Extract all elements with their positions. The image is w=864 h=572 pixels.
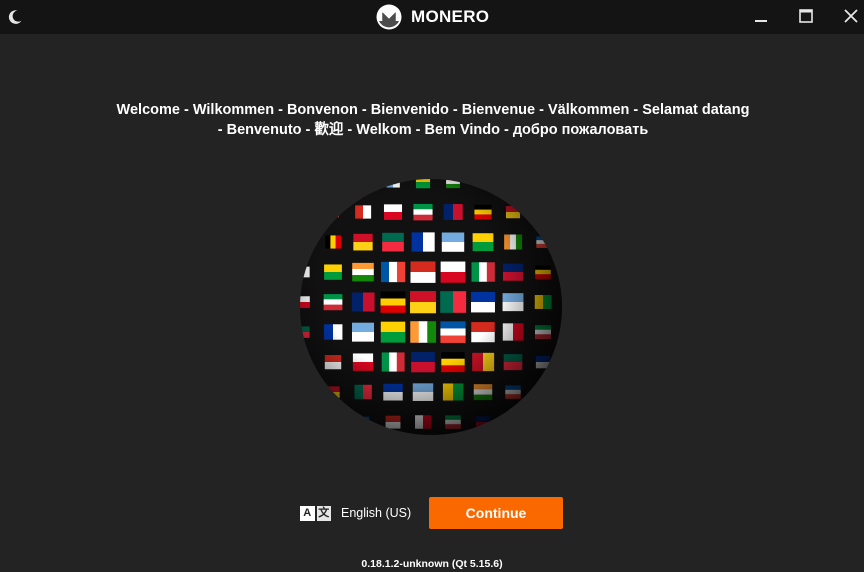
continue-button[interactable]: Continue: [429, 497, 563, 529]
language-selector[interactable]: A 文 English (US): [300, 503, 411, 523]
flag-tile: [476, 179, 490, 188]
flags-globe-image: [300, 179, 562, 435]
minimize-icon[interactable]: [750, 6, 772, 28]
app-title: MONERO: [411, 7, 490, 26]
welcome-line-1: Welcome - Wilkommen - Bonvenon - Bienven…: [116, 102, 750, 118]
language-icon: A 文: [300, 505, 333, 521]
language-label[interactable]: English (US): [341, 506, 411, 520]
language-icon-glyph-a: A: [300, 505, 315, 521]
close-icon[interactable]: [840, 6, 862, 28]
title-bar: MONERO: [0, 0, 864, 34]
maximize-icon[interactable]: [795, 6, 817, 28]
welcome-text: Welcome - Wilkommen - Bonvenon - Bienven…: [60, 100, 806, 140]
language-icon-glyph-b: 文: [316, 505, 331, 521]
version-text: 0.18.1.2-unknown (Qt 5.15.6): [361, 558, 503, 570]
moon-icon[interactable]: [6, 8, 24, 26]
app-brand: MONERO: [376, 4, 489, 30]
monero-logo-icon: [376, 4, 402, 30]
welcome-line-2: - Benvenuto - 歡迎 - Welkom - Bem Vindo - …: [217, 122, 649, 138]
flag-tile: [327, 206, 339, 218]
